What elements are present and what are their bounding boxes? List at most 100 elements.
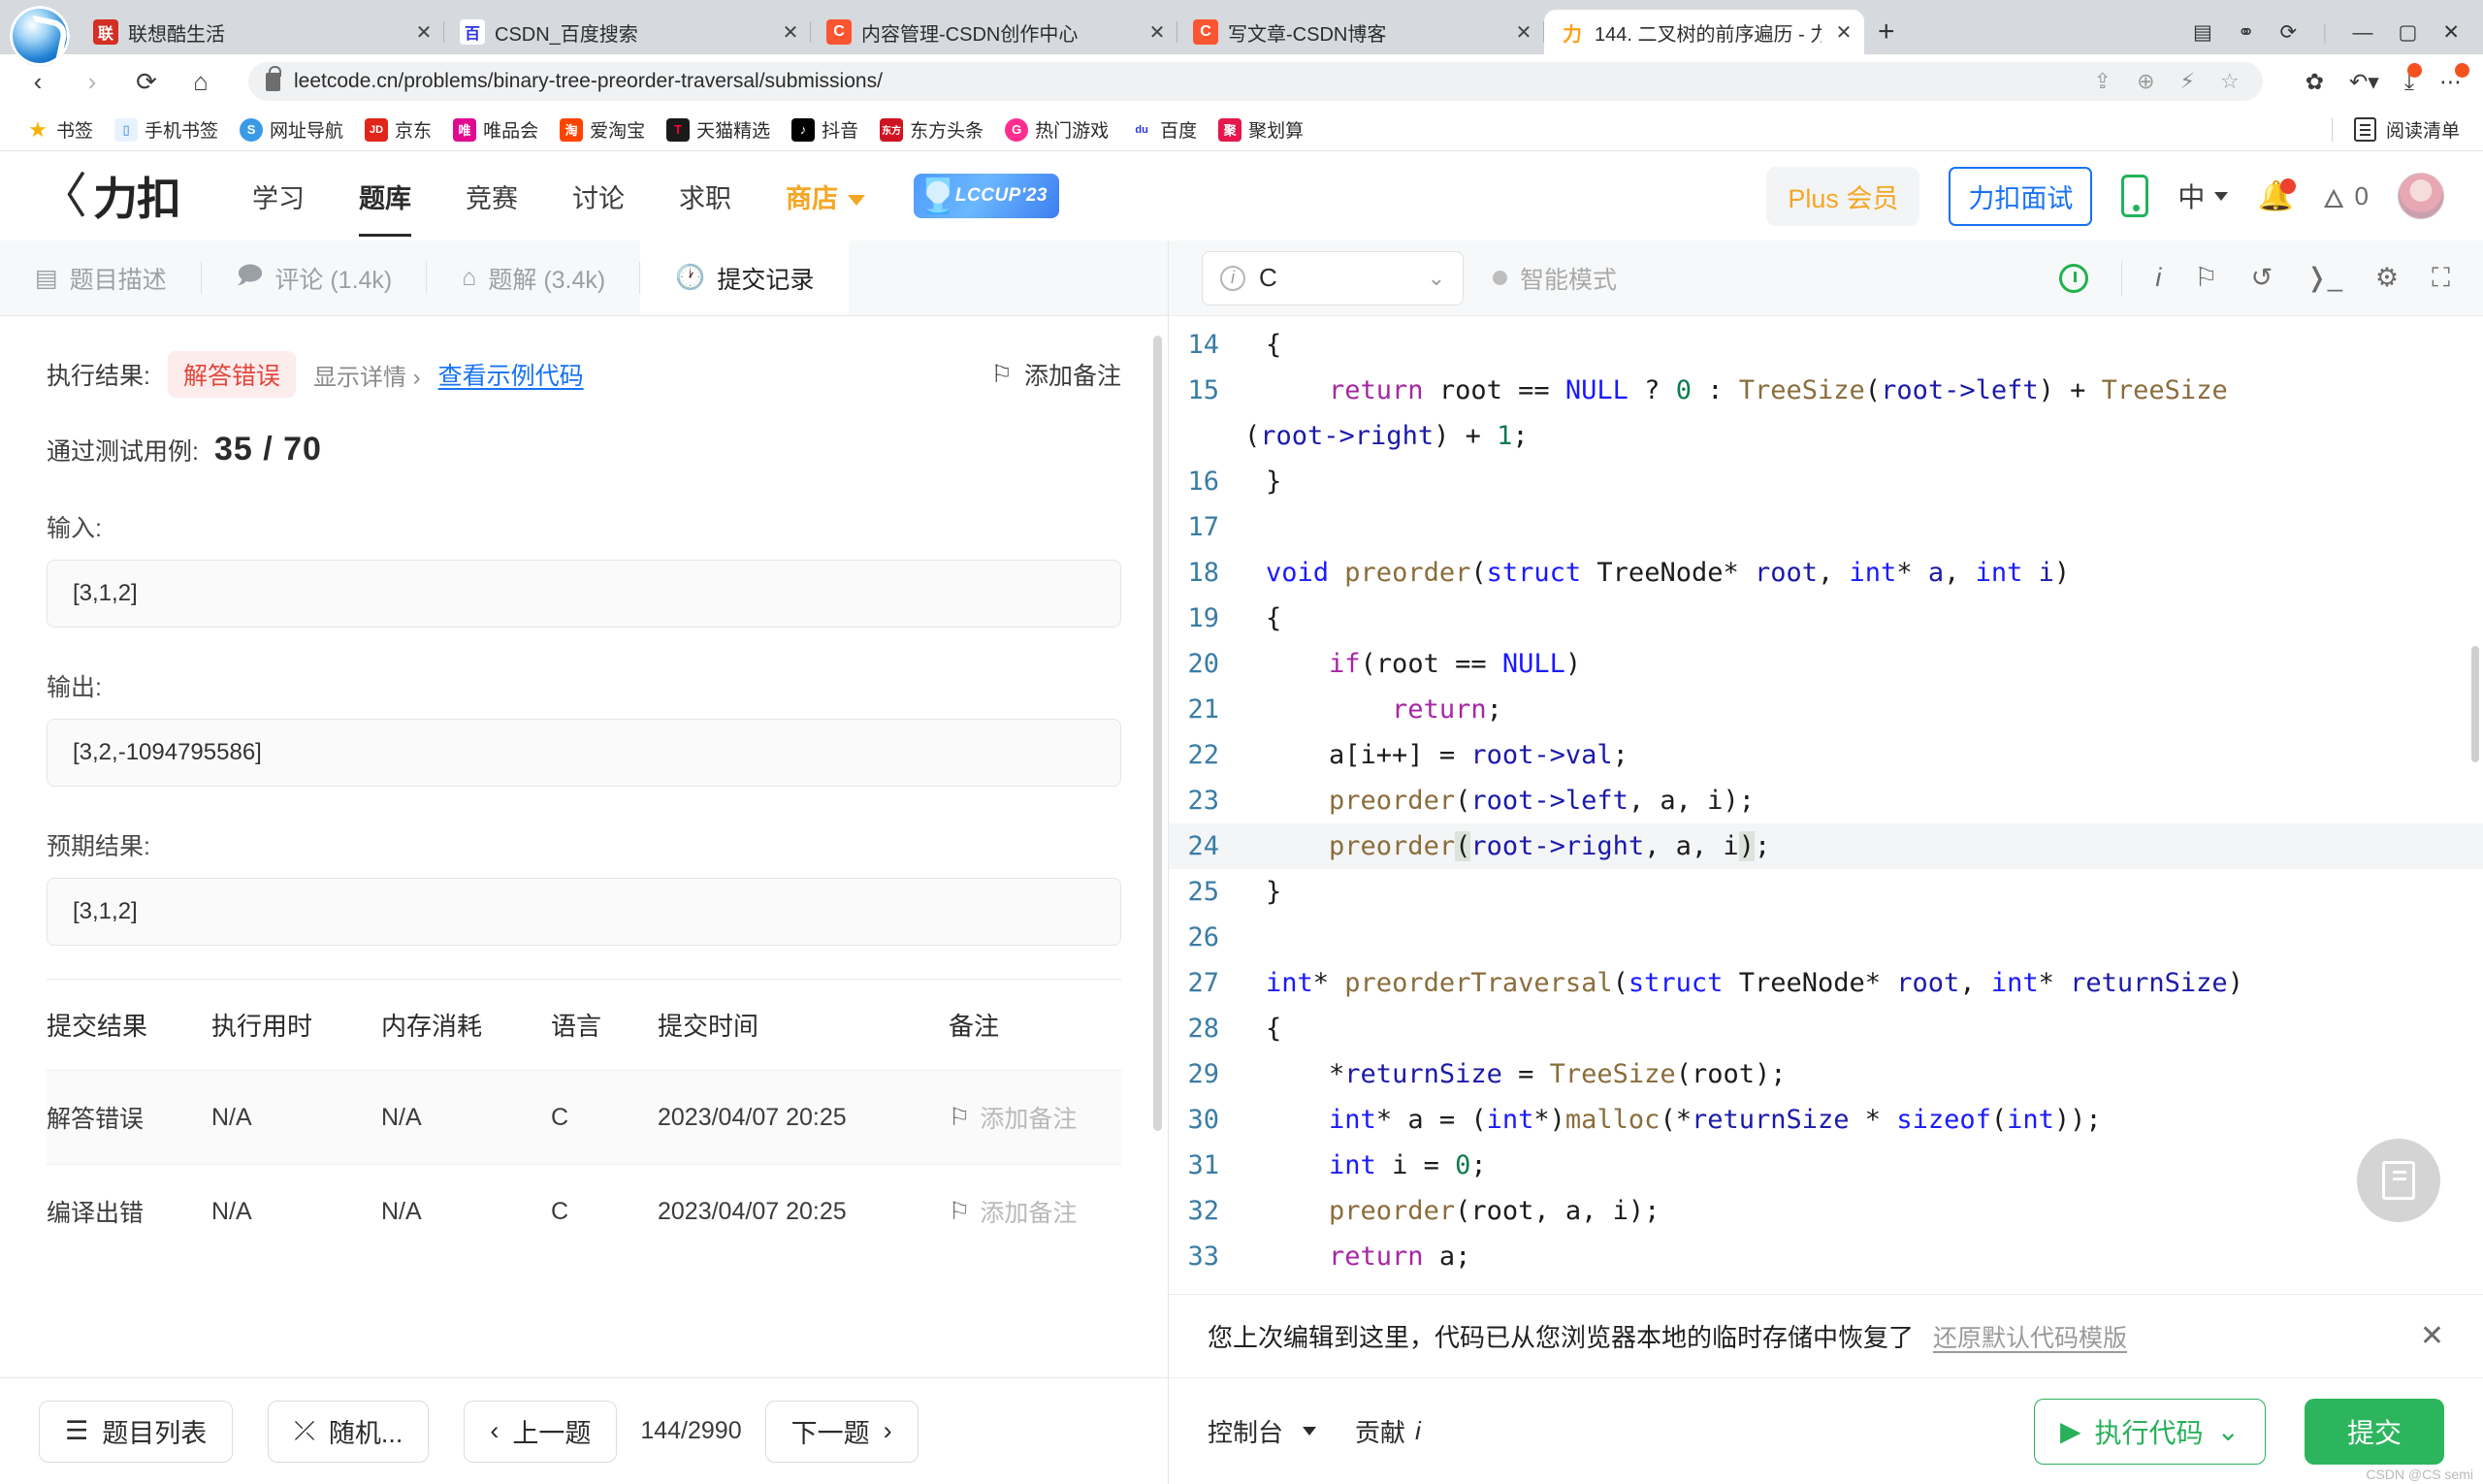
nav-item-problems[interactable]: 题库 [332,177,438,237]
interview-button[interactable]: 力扣面试 [1949,166,2093,226]
bookmark-item-6[interactable]: T 天猫精选 [658,113,779,145]
reading-list-button[interactable]: 阅读清单 [2331,116,2466,143]
add-note-button[interactable]: ⚐ 添加备注 [991,357,1121,392]
streak-indicator[interactable]: 🜂 0 [2323,171,2369,222]
bookmark-item-1[interactable]: ▯ 手机书签 [106,113,227,145]
new-tab-button[interactable]: + [1878,17,1895,47]
bookmark-label: 手机书签 [145,121,219,142]
tab-description[interactable]: ▤ 题目描述 [0,241,202,315]
tab-close-icon[interactable]: ✕ [1511,19,1536,45]
lccup-badge[interactable]: LCCUP'23 [914,174,1059,218]
extensions-icon[interactable]: ✿ [2306,69,2324,95]
browser-tab-0[interactable]: 联 联想酷生活 ✕ [78,10,444,54]
bookmark-item-0[interactable]: ★ 书签 [17,113,102,145]
nav-item-study[interactable]: 学习 [225,177,332,215]
address-bar[interactable]: leetcode.cn/problems/binary-tree-preorde… [248,62,2263,101]
reload-icon[interactable]: ⟳ [130,65,163,98]
bookmark-item-7[interactable]: ♪ 抖音 [783,113,867,145]
language-selector[interactable]: 中 [2177,177,2229,215]
tab-close-icon[interactable]: ✕ [1145,19,1170,45]
browser-tab-2[interactable]: C 内容管理-CSDN创作中心 ✕ [811,10,1177,54]
lightning-icon[interactable]: ⚡ [2180,69,2195,94]
console-label: 控制台 [1208,1418,1284,1447]
left-scrollbar[interactable] [1153,336,1162,1131]
browser-tab-1[interactable]: 百 CSDN_百度搜索 ✕ [444,10,811,54]
show-detail-link[interactable]: 显示详情 › [313,358,421,392]
info-icon[interactable]: i [2155,263,2161,293]
line-number: 21 [1187,694,1219,725]
browser-tab-3[interactable]: C 写文章-CSDN博客 ✕ [1177,10,1544,54]
code-line-22: 22 a[i++] = root->val; [1169,732,2483,778]
bookmark-item-4[interactable]: 唯 唯品会 [444,113,547,145]
nav-item-contest[interactable]: 竞赛 [438,177,545,215]
cell-status[interactable]: 解答错误 [47,1070,211,1165]
forward-icon[interactable]: › [76,65,109,98]
submit-button[interactable]: 提交 [2304,1398,2444,1465]
tab-close-icon[interactable]: ✕ [778,19,803,45]
smart-mode-toggle[interactable]: 智能模式 [1493,261,1617,296]
view-sample-code-link[interactable]: 查看示例代码 [438,357,584,392]
console-toggle[interactable]: 控制台 [1208,1413,1317,1449]
tab-comments[interactable]: 🗩 评论 (1.4k) [202,241,428,315]
random-problem-button[interactable]: ⤫ 随机... [268,1400,430,1463]
notification-bell-icon[interactable]: 🔔 [2257,177,2296,213]
downloads-icon[interactable]: ⤓ [2404,62,2422,95]
bookmark-item-2[interactable]: S 网址导航 [231,113,352,145]
flag-icon[interactable]: ⚐ [2194,263,2217,293]
add-note-button[interactable]: ⚐ 添加备注 [949,1100,1121,1135]
sync-icon[interactable]: ⟳ [2279,22,2297,43]
fullscreen-icon[interactable]: ⛶ [2432,263,2450,294]
prev-problem-button[interactable]: ‹ 上一题 [464,1400,618,1463]
nav-item-discuss[interactable]: 讨论 [545,177,652,215]
bookmark-item-5[interactable]: 淘 爱淘宝 [551,113,654,145]
back-icon[interactable]: ‹ [21,65,54,98]
add-note-button[interactable]: ⚐ 添加备注 [949,1194,1121,1229]
avatar[interactable] [2398,173,2444,219]
editor-scrollbar[interactable] [2471,646,2479,762]
next-problem-button[interactable]: 下一题 › [764,1400,919,1463]
close-button[interactable]: ✕ [2442,22,2460,43]
zoom-icon[interactable]: ⊕ [2137,69,2154,94]
sidebar-icon[interactable]: ▤ [2193,22,2212,43]
tab-submissions[interactable]: 🕐 提交记录 [640,241,850,315]
split-screen-icon[interactable]: ⚭ [2238,22,2255,43]
tab-solutions[interactable]: ⌂ 题解 (3.4k) [427,241,641,315]
cell-status[interactable]: 编译出错 [47,1164,211,1258]
tab-close-icon[interactable]: ✕ [1831,19,1856,45]
bookmark-item-10[interactable]: du 百度 [1121,113,1206,145]
bookmark-item-3[interactable]: JD 京东 [356,113,440,145]
history-back-icon[interactable]: ↶▾ [2349,69,2379,95]
more-icon[interactable]: ⋯ [2439,62,2469,95]
table-row[interactable]: 编译出错 N/A N/A C 2023/04/07 20:25 ⚐ 添加备注 [47,1164,1121,1258]
language-selector-dropdown[interactable]: i C ⌄ [1202,250,1464,306]
code-editor[interactable]: 14 { 15 return root == NULL ? 0 : TreeSi… [1169,316,2483,1294]
table-row[interactable]: 解答错误 N/A N/A C 2023/04/07 20:25 ⚐ 添加备注 [47,1070,1121,1165]
tab-close-icon[interactable]: ✕ [411,19,436,45]
nav-item-jobs[interactable]: 求职 [652,177,758,215]
share-icon[interactable]: ⇪ [2094,69,2112,94]
maximize-button[interactable]: ▢ [2399,22,2418,43]
star-icon[interactable]: ☆ [2220,69,2240,94]
cell-note[interactable]: ⚐ 添加备注 [949,1164,1121,1258]
terminal-icon[interactable]: ❭_ [2306,263,2342,293]
settings-gear-icon[interactable]: ⚙ [2375,263,2399,293]
plus-membership-button[interactable]: Plus 会员 [1766,166,1920,226]
mobile-app-icon[interactable] [2121,175,2149,217]
bookmark-fab-button[interactable] [2357,1139,2440,1222]
leetcode-logo[interactable]: 〈 力扣 [39,164,181,228]
close-icon[interactable]: ✕ [2420,1319,2444,1353]
run-code-button[interactable]: ▶ 执行代码 ⌄ [2033,1398,2266,1465]
restore-default-template-link[interactable]: 还原默认代码模版 [1933,1319,2127,1354]
contribute-link[interactable]: 贡献 i [1355,1413,1421,1449]
bookmark-item-11[interactable]: 聚 聚划算 [1209,113,1312,145]
bookmark-item-8[interactable]: 东方 东方头条 [871,113,992,145]
cell-note[interactable]: ⚐ 添加备注 [949,1070,1121,1165]
problem-list-button[interactable]: ☰ 题目列表 [39,1400,234,1463]
minimize-button[interactable]: — [2353,22,2373,43]
home-icon[interactable]: ⌂ [184,65,217,98]
bookmark-item-9[interactable]: G 热门游戏 [996,113,1117,145]
reset-icon[interactable]: ↺ [2251,263,2273,293]
timer-icon[interactable] [2059,263,2089,293]
nav-item-store[interactable]: 商店 [758,177,892,215]
browser-tab-active-leetcode[interactable]: 力 144. 二叉树的前序遍历 - 力扣 (L ✕ [1544,10,1864,54]
